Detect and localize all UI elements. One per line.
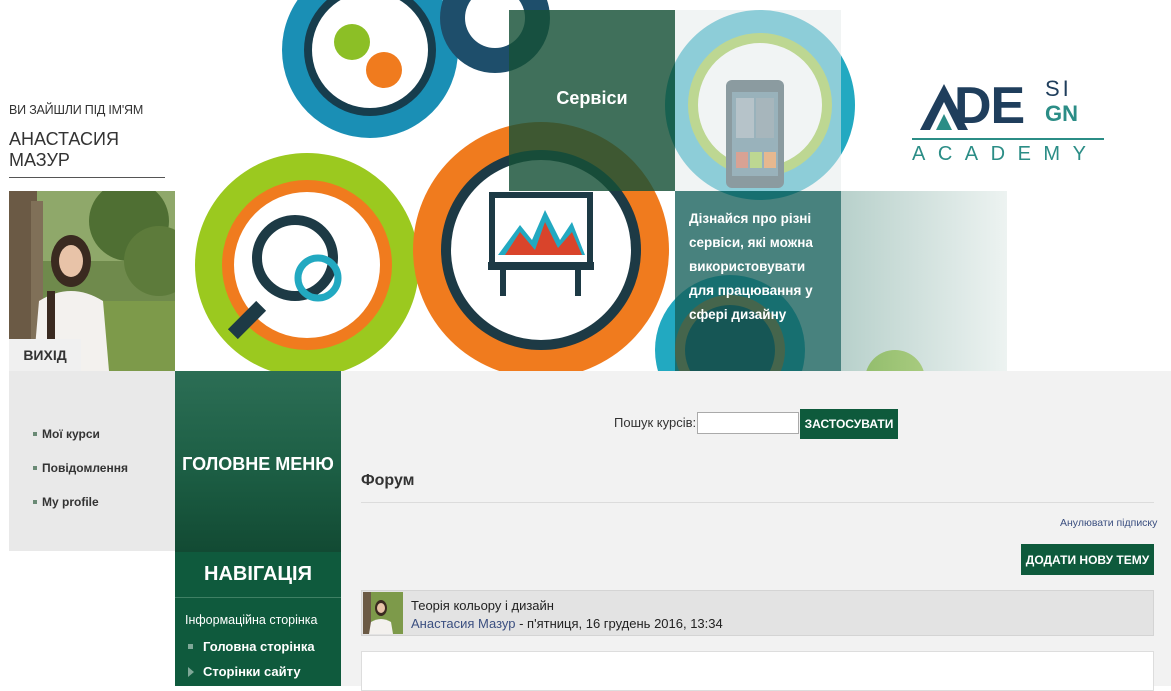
nav-item-label: Сторінки сайту (203, 664, 301, 679)
navigation-divider (175, 597, 341, 598)
search-gear-icon (195, 153, 419, 371)
post-author-link[interactable]: Анастасия Мазур (411, 616, 516, 631)
services-description: Дізнайся про різні сервіси, які можна ви… (675, 191, 841, 371)
nav-info-page[interactable]: Інформаційна сторінка (185, 613, 317, 627)
user-menu-item-messages[interactable]: Повідомлення (9, 451, 175, 485)
chevron-right-icon[interactable] (188, 666, 194, 677)
user-menu-item-my-profile[interactable]: My profile (9, 485, 175, 519)
bullet-icon (33, 466, 37, 470)
search-submit-button[interactable]: ЗАСТОСУВАТИ (800, 409, 898, 439)
forum-post: Теорія кольору і дизайн Анастасия Мазур … (361, 590, 1154, 636)
nav-item-label: Головна сторінка (203, 639, 315, 654)
nav-item-site-pages[interactable]: Сторінки сайту (188, 664, 301, 679)
post-author-photo (363, 592, 403, 634)
logo-bottom-right-text: GN (1045, 101, 1078, 126)
post-date: - п'ятниця, 16 грудень 2016, 13:34 (515, 616, 723, 631)
phone-tile (675, 10, 841, 191)
title-divider (361, 502, 1154, 503)
unsubscribe-link[interactable]: Анулювати підписку (1060, 517, 1157, 529)
course-search-input[interactable] (697, 412, 799, 434)
bullet-icon (33, 432, 37, 436)
user-menu: Мої курси Повідомлення My profile (9, 371, 175, 551)
services-title: Сервіси (556, 88, 628, 108)
chat-gear-icon (282, 0, 458, 138)
logged-in-label: ВИ ЗАЙШЛИ ПІД ІМ'ЯМ (9, 103, 144, 117)
navigation-title: НАВІГАЦІЯ (204, 563, 312, 585)
logo-main-text: DE (954, 77, 1025, 135)
bullet-icon (33, 500, 37, 504)
user-menu-label: Мої курси (42, 427, 100, 441)
user-name[interactable]: АНАСТАСИЯ МАЗУР (9, 129, 165, 178)
user-menu-label: My profile (42, 495, 99, 509)
user-menu-item-my-courses[interactable]: Мої курси (9, 417, 175, 451)
logo-divider (912, 138, 1104, 140)
post-body (361, 651, 1154, 691)
site-logo[interactable]: DE SI GN ACADEMY (912, 74, 1107, 170)
user-menu-label: Повідомлення (42, 461, 128, 475)
nav-item-home[interactable]: Головна сторінка (188, 639, 315, 654)
bullet-icon (188, 644, 193, 649)
post-meta: Анастасия Мазур - п'ятниця, 16 грудень 2… (411, 616, 723, 631)
add-topic-button[interactable]: ДОДАТИ НОВУ ТЕМУ (1021, 544, 1154, 575)
main-menu-title: ГОЛОВНЕ МЕНЮ (182, 454, 334, 474)
logout-button[interactable]: ВИХІД (9, 339, 81, 371)
page-title: Форум (361, 472, 415, 489)
logo-subtitle: ACADEMY (912, 143, 1099, 165)
banner-fade-tile (841, 191, 1007, 371)
post-avatar[interactable] (363, 592, 403, 634)
search-label: Пошук курсів: (614, 415, 697, 430)
post-subject: Теорія кольору і дизайн (411, 598, 554, 613)
logo-top-right-text: SI (1045, 76, 1072, 101)
